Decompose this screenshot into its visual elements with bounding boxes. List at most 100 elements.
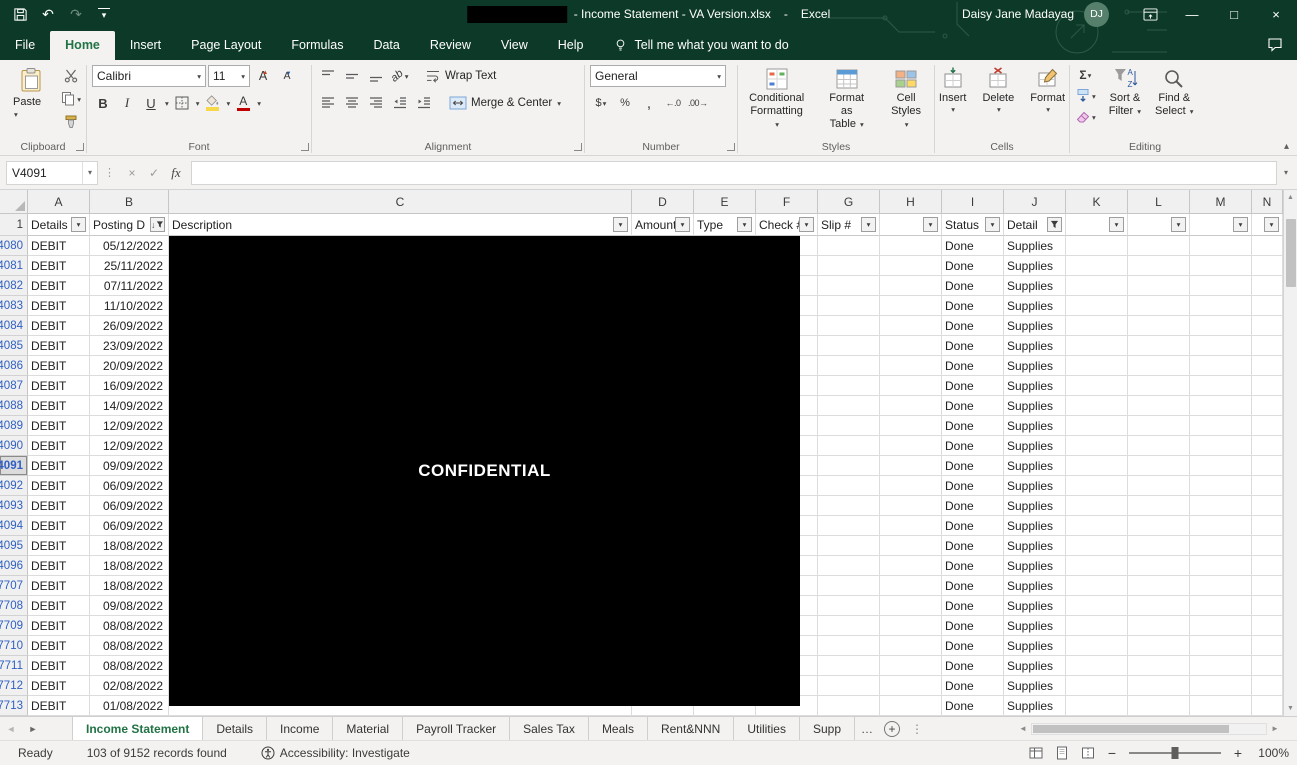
row-header-4095[interactable]: 4095 bbox=[0, 536, 28, 556]
tell-me-box[interactable]: Tell me what you want to do bbox=[598, 31, 804, 60]
save-icon[interactable] bbox=[6, 1, 34, 27]
cell-N7712[interactable] bbox=[1252, 676, 1283, 696]
row-header-4092[interactable]: 4092 bbox=[0, 476, 28, 496]
cell-N7708[interactable] bbox=[1252, 596, 1283, 616]
tab-view[interactable]: View bbox=[486, 31, 543, 60]
cell-B7710[interactable]: 08/08/2022 bbox=[90, 636, 169, 656]
cell-A4095[interactable]: DEBIT bbox=[28, 536, 90, 556]
cell-N4084[interactable] bbox=[1252, 316, 1283, 336]
cell-A7707[interactable]: DEBIT bbox=[28, 576, 90, 596]
alignment-dialog-launcher[interactable] bbox=[574, 143, 582, 151]
cell-A4081[interactable]: DEBIT bbox=[28, 256, 90, 276]
zoom-out-button[interactable]: − bbox=[1101, 742, 1123, 764]
cell-I4095[interactable]: Done bbox=[942, 536, 1004, 556]
cell-A7713[interactable]: DEBIT bbox=[28, 696, 90, 716]
cell-M7709[interactable] bbox=[1190, 616, 1252, 636]
cell-L4096[interactable] bbox=[1128, 556, 1190, 576]
cell-I4093[interactable]: Done bbox=[942, 496, 1004, 516]
cell-G4095[interactable] bbox=[818, 536, 880, 556]
cell-J7709[interactable]: Supplies bbox=[1004, 616, 1066, 636]
delete-cells-button[interactable]: Delete ▾ bbox=[975, 63, 1021, 117]
wrap-text-button[interactable]: Wrap Text bbox=[421, 65, 500, 87]
cell-M7712[interactable] bbox=[1190, 676, 1252, 696]
cell-G7707[interactable] bbox=[818, 576, 880, 596]
cell-L4087[interactable] bbox=[1128, 376, 1190, 396]
cell-M4091[interactable] bbox=[1190, 456, 1252, 476]
minimize-button[interactable]: — bbox=[1171, 0, 1213, 28]
cell-G4092[interactable] bbox=[818, 476, 880, 496]
row-header-1[interactable]: 1 bbox=[0, 214, 28, 236]
align-center-button[interactable] bbox=[341, 92, 363, 114]
row-header-7709[interactable]: 7709 bbox=[0, 616, 28, 636]
cell-A4088[interactable]: DEBIT bbox=[28, 396, 90, 416]
cell-J4083[interactable]: Supplies bbox=[1004, 296, 1066, 316]
cell-I7709[interactable]: Done bbox=[942, 616, 1004, 636]
scroll-left-icon[interactable]: ◄ bbox=[1015, 721, 1031, 737]
page-break-view-button[interactable] bbox=[1075, 742, 1101, 764]
cell-M7707[interactable] bbox=[1190, 576, 1252, 596]
cell-G7711[interactable] bbox=[818, 656, 880, 676]
cell-J7712[interactable]: Supplies bbox=[1004, 676, 1066, 696]
horizontal-scrollbar-track[interactable] bbox=[1031, 722, 1267, 735]
cell-I4081[interactable]: Done bbox=[942, 256, 1004, 276]
zoom-in-button[interactable]: + bbox=[1227, 742, 1249, 764]
filter-button-N[interactable]: ▾ bbox=[1264, 217, 1279, 232]
cell-H7707[interactable] bbox=[880, 576, 942, 596]
cell-A4094[interactable]: DEBIT bbox=[28, 516, 90, 536]
cell-N4088[interactable] bbox=[1252, 396, 1283, 416]
new-sheet-button[interactable]: + bbox=[879, 717, 905, 740]
underline-button[interactable]: U bbox=[140, 92, 162, 114]
tab-file[interactable]: File bbox=[0, 31, 50, 60]
column-header-J[interactable]: J bbox=[1004, 190, 1066, 214]
filter-button-I[interactable]: ▾ bbox=[985, 217, 1000, 232]
cell-N7710[interactable] bbox=[1252, 636, 1283, 656]
cell-L4092[interactable] bbox=[1128, 476, 1190, 496]
cell-J4093[interactable]: Supplies bbox=[1004, 496, 1066, 516]
cell-A4084[interactable]: DEBIT bbox=[28, 316, 90, 336]
align-top-button[interactable] bbox=[317, 65, 339, 87]
cell-J4094[interactable]: Supplies bbox=[1004, 516, 1066, 536]
cell-J4091[interactable]: Supplies bbox=[1004, 456, 1066, 476]
cell-J4089[interactable]: Supplies bbox=[1004, 416, 1066, 436]
tab-formulas[interactable]: Formulas bbox=[276, 31, 358, 60]
cell-H4096[interactable] bbox=[880, 556, 942, 576]
cell-J4081[interactable]: Supplies bbox=[1004, 256, 1066, 276]
cell-B7709[interactable]: 08/08/2022 bbox=[90, 616, 169, 636]
find-select-button[interactable]: Find & Select ▾ bbox=[1148, 63, 1200, 121]
sheet-nav-left-icon[interactable]: ◄ bbox=[0, 717, 22, 740]
cell-B4094[interactable]: 06/09/2022 bbox=[90, 516, 169, 536]
cell-N4082[interactable] bbox=[1252, 276, 1283, 296]
formula-input[interactable] bbox=[191, 160, 1277, 185]
cell-B4091[interactable]: 09/09/2022 bbox=[90, 456, 169, 476]
cell-L7707[interactable] bbox=[1128, 576, 1190, 596]
sheet-tab-utilities[interactable]: Utilities bbox=[734, 717, 800, 740]
select-all-corner[interactable] bbox=[0, 190, 28, 214]
filter-button-J[interactable] bbox=[1047, 217, 1062, 232]
avatar[interactable]: DJ bbox=[1084, 1, 1109, 27]
scroll-up-icon[interactable]: ▲ bbox=[1284, 190, 1297, 205]
cell-L4089[interactable] bbox=[1128, 416, 1190, 436]
decrease-font-size-button[interactable]: A ▼ bbox=[276, 65, 298, 87]
cell-B4089[interactable]: 12/09/2022 bbox=[90, 416, 169, 436]
cell-I7708[interactable]: Done bbox=[942, 596, 1004, 616]
cell-B4093[interactable]: 06/09/2022 bbox=[90, 496, 169, 516]
column-header-K[interactable]: K bbox=[1066, 190, 1128, 214]
cell-H4088[interactable] bbox=[880, 396, 942, 416]
percent-style-button[interactable]: % bbox=[614, 92, 636, 114]
align-middle-button[interactable] bbox=[341, 65, 363, 87]
customize-quick-access-icon[interactable]: ▾ bbox=[90, 1, 118, 27]
cell-G7710[interactable] bbox=[818, 636, 880, 656]
cell-H7709[interactable] bbox=[880, 616, 942, 636]
align-bottom-button[interactable] bbox=[365, 65, 387, 87]
filter-button-A[interactable]: ▾ bbox=[71, 217, 86, 232]
cell-J4088[interactable]: Supplies bbox=[1004, 396, 1066, 416]
cell-H4081[interactable] bbox=[880, 256, 942, 276]
cell-I4088[interactable]: Done bbox=[942, 396, 1004, 416]
cell-M4085[interactable] bbox=[1190, 336, 1252, 356]
cell-K4088[interactable] bbox=[1066, 396, 1128, 416]
cell-L4090[interactable] bbox=[1128, 436, 1190, 456]
cell-A7712[interactable]: DEBIT bbox=[28, 676, 90, 696]
cell-M4088[interactable] bbox=[1190, 396, 1252, 416]
row-header-4083[interactable]: 4083 bbox=[0, 296, 28, 316]
sheet-tab-income[interactable]: Income bbox=[267, 717, 334, 740]
